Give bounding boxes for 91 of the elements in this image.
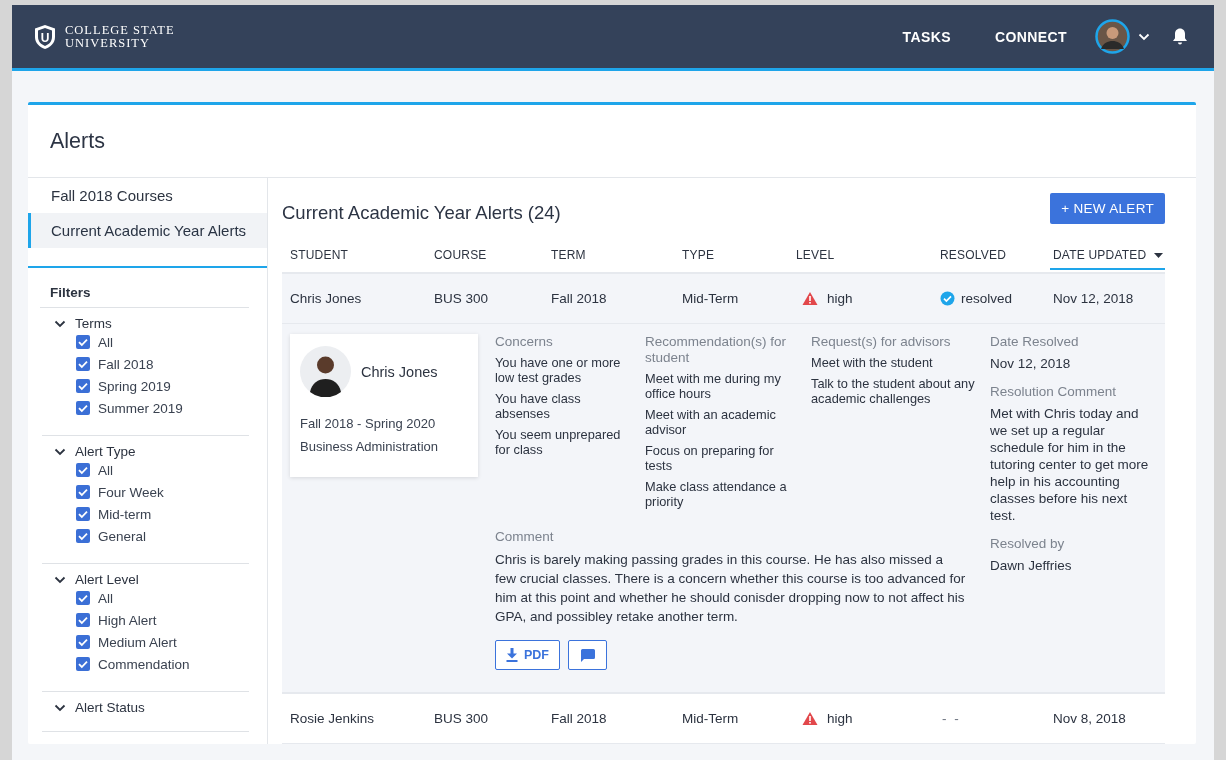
filter-option-label: Fall 2018 [98, 356, 154, 372]
section-label: Resolution Comment [990, 384, 1117, 400]
date-resolved: Nov 12, 2018 [990, 355, 1072, 372]
filter-option-label: General [98, 528, 147, 544]
column-header[interactable]: COURSE [434, 248, 487, 262]
list-item: Meet with an academic advisor [645, 407, 777, 437]
checkbox[interactable] [76, 507, 90, 521]
checkbox[interactable] [76, 401, 90, 415]
filter-option-label: All [98, 590, 113, 606]
list-item: Meet with the student [811, 355, 934, 370]
filter-group-title: Terms [75, 316, 112, 331]
list-item: Talk to the student about any academic challenges [811, 376, 976, 406]
checkbox[interactable] [76, 591, 90, 605]
term-cell: Fall 2018 [551, 291, 607, 306]
term-cell: Fall 2018 [551, 711, 607, 726]
level-cell: high [827, 291, 853, 306]
filter-option-label: Mid-term [98, 506, 152, 522]
filter-option-label: Commendation [98, 656, 190, 672]
level-cell: high [827, 711, 853, 726]
section-label: Recommendation(s) for student [645, 334, 788, 366]
type-cell: Mid-Term [682, 711, 739, 726]
list-item: Make class attendance a priority [645, 479, 788, 509]
checkbox[interactable] [76, 657, 90, 671]
filter-group-title: Alert Level [75, 572, 139, 587]
column-header[interactable]: DATE UPDATED [1050, 248, 1165, 270]
date-cell: Nov 8, 2018 [1053, 711, 1126, 726]
student-name: Chris Jones [290, 291, 362, 306]
checkbox[interactable] [76, 529, 90, 543]
filter-option-label: All [98, 334, 113, 350]
list-item: You seem unprepared for class [495, 427, 622, 457]
filters-heading: Filters [50, 285, 91, 302]
filter-group-title: Alert Status [75, 700, 145, 715]
student-name: Chris Jones [361, 363, 438, 380]
resolver-name: Dawn Jeffries [990, 557, 1073, 574]
filter-option-label: Medium Alert [98, 634, 177, 650]
filter-option-label: Summer 2019 [98, 400, 183, 416]
filter-option-label: High Alert [98, 612, 157, 628]
notification-bell-icon[interactable] [1172, 27, 1188, 46]
checkbox[interactable] [76, 463, 90, 477]
section-label: Date Resolved [990, 334, 1079, 350]
pdf-download-button[interactable]: PDF [495, 640, 560, 670]
course-cell: BUS 300 [434, 291, 489, 306]
student-avatar-silhouette [300, 346, 351, 397]
comment-text: Chris is barely making passing grades in this course. He has also missed a few crucial classes. There is a concern whether this course is too advanced for him at this point and whether he should conisder dropping now to not affect his GPA, and possibley retake another term. [495, 551, 967, 626]
university-name: COLLEGE STATE UNIVERSITY [65, 23, 175, 50]
sort-caret-icon[interactable] [1154, 252, 1164, 258]
new-alert-button[interactable]: + NEW ALERT [1050, 192, 1165, 224]
nav-link[interactable]: TASKS [880, 28, 973, 45]
filter-option-label: Spring 2019 [98, 378, 171, 394]
type-cell: Mid-Term [682, 291, 739, 306]
shield-logo-icon: U [34, 23, 56, 50]
checkbox[interactable] [76, 613, 90, 627]
course-cell: BUS 300 [434, 711, 489, 726]
checkbox[interactable] [76, 485, 90, 499]
section-title: Current Academic Year Alerts (24) [282, 201, 561, 224]
resolved-status: resolved [961, 291, 1013, 306]
date-cell: Nov 12, 2018 [1053, 291, 1134, 306]
comment-button[interactable] [568, 640, 607, 670]
checkbox[interactable] [76, 335, 90, 349]
column-header[interactable]: TYPE [682, 248, 715, 262]
resolved-status: - - [941, 711, 961, 726]
filter-option-label: All [98, 462, 113, 478]
section-label: Resolved by [990, 536, 1065, 552]
column-header[interactable]: LEVEL [796, 248, 835, 262]
section-label: Comment [495, 529, 554, 545]
enrollment-period: Fall 2018 - Spring 2020 [300, 416, 436, 431]
sidebar-item[interactable]: Fall 2018 Courses [28, 178, 267, 213]
filter-group-title: Alert Type [75, 444, 136, 459]
filter-option-label: Four Week [98, 484, 164, 500]
list-item: Meet with me during my office hours [645, 371, 782, 401]
avatar-icon[interactable] [1095, 19, 1130, 54]
student-name: Rosie Jenkins [290, 711, 375, 726]
section-label: Request(s) for advisors [811, 334, 951, 350]
program-name: Business Administration [300, 439, 438, 454]
resolution-comment: Met with Chris today and we set up a regular schedule for him in the tutoring center to get more help in his accounting classes before his next test. [990, 405, 1150, 524]
checkbox[interactable] [76, 357, 90, 371]
page-title: Alerts [50, 128, 105, 154]
section-label: Concerns [495, 334, 553, 350]
chevron-down-icon[interactable] [1138, 32, 1150, 41]
checkbox[interactable] [76, 379, 90, 393]
checkbox[interactable] [76, 635, 90, 649]
list-item: Focus on preparing for tests [645, 443, 775, 473]
sidebar-item[interactable]: Current Academic Year Alerts [28, 213, 267, 248]
nav-link[interactable]: CONNECT [972, 28, 1089, 45]
list-item: You have one or more low test grades [495, 355, 622, 385]
download-icon [506, 648, 518, 662]
column-header[interactable]: RESOLVED [940, 248, 1007, 262]
column-header[interactable]: STUDENT [290, 248, 349, 262]
chat-bubble-icon [580, 648, 595, 662]
list-item: You have class absenses [495, 391, 582, 421]
column-header[interactable]: TERM [551, 248, 586, 262]
